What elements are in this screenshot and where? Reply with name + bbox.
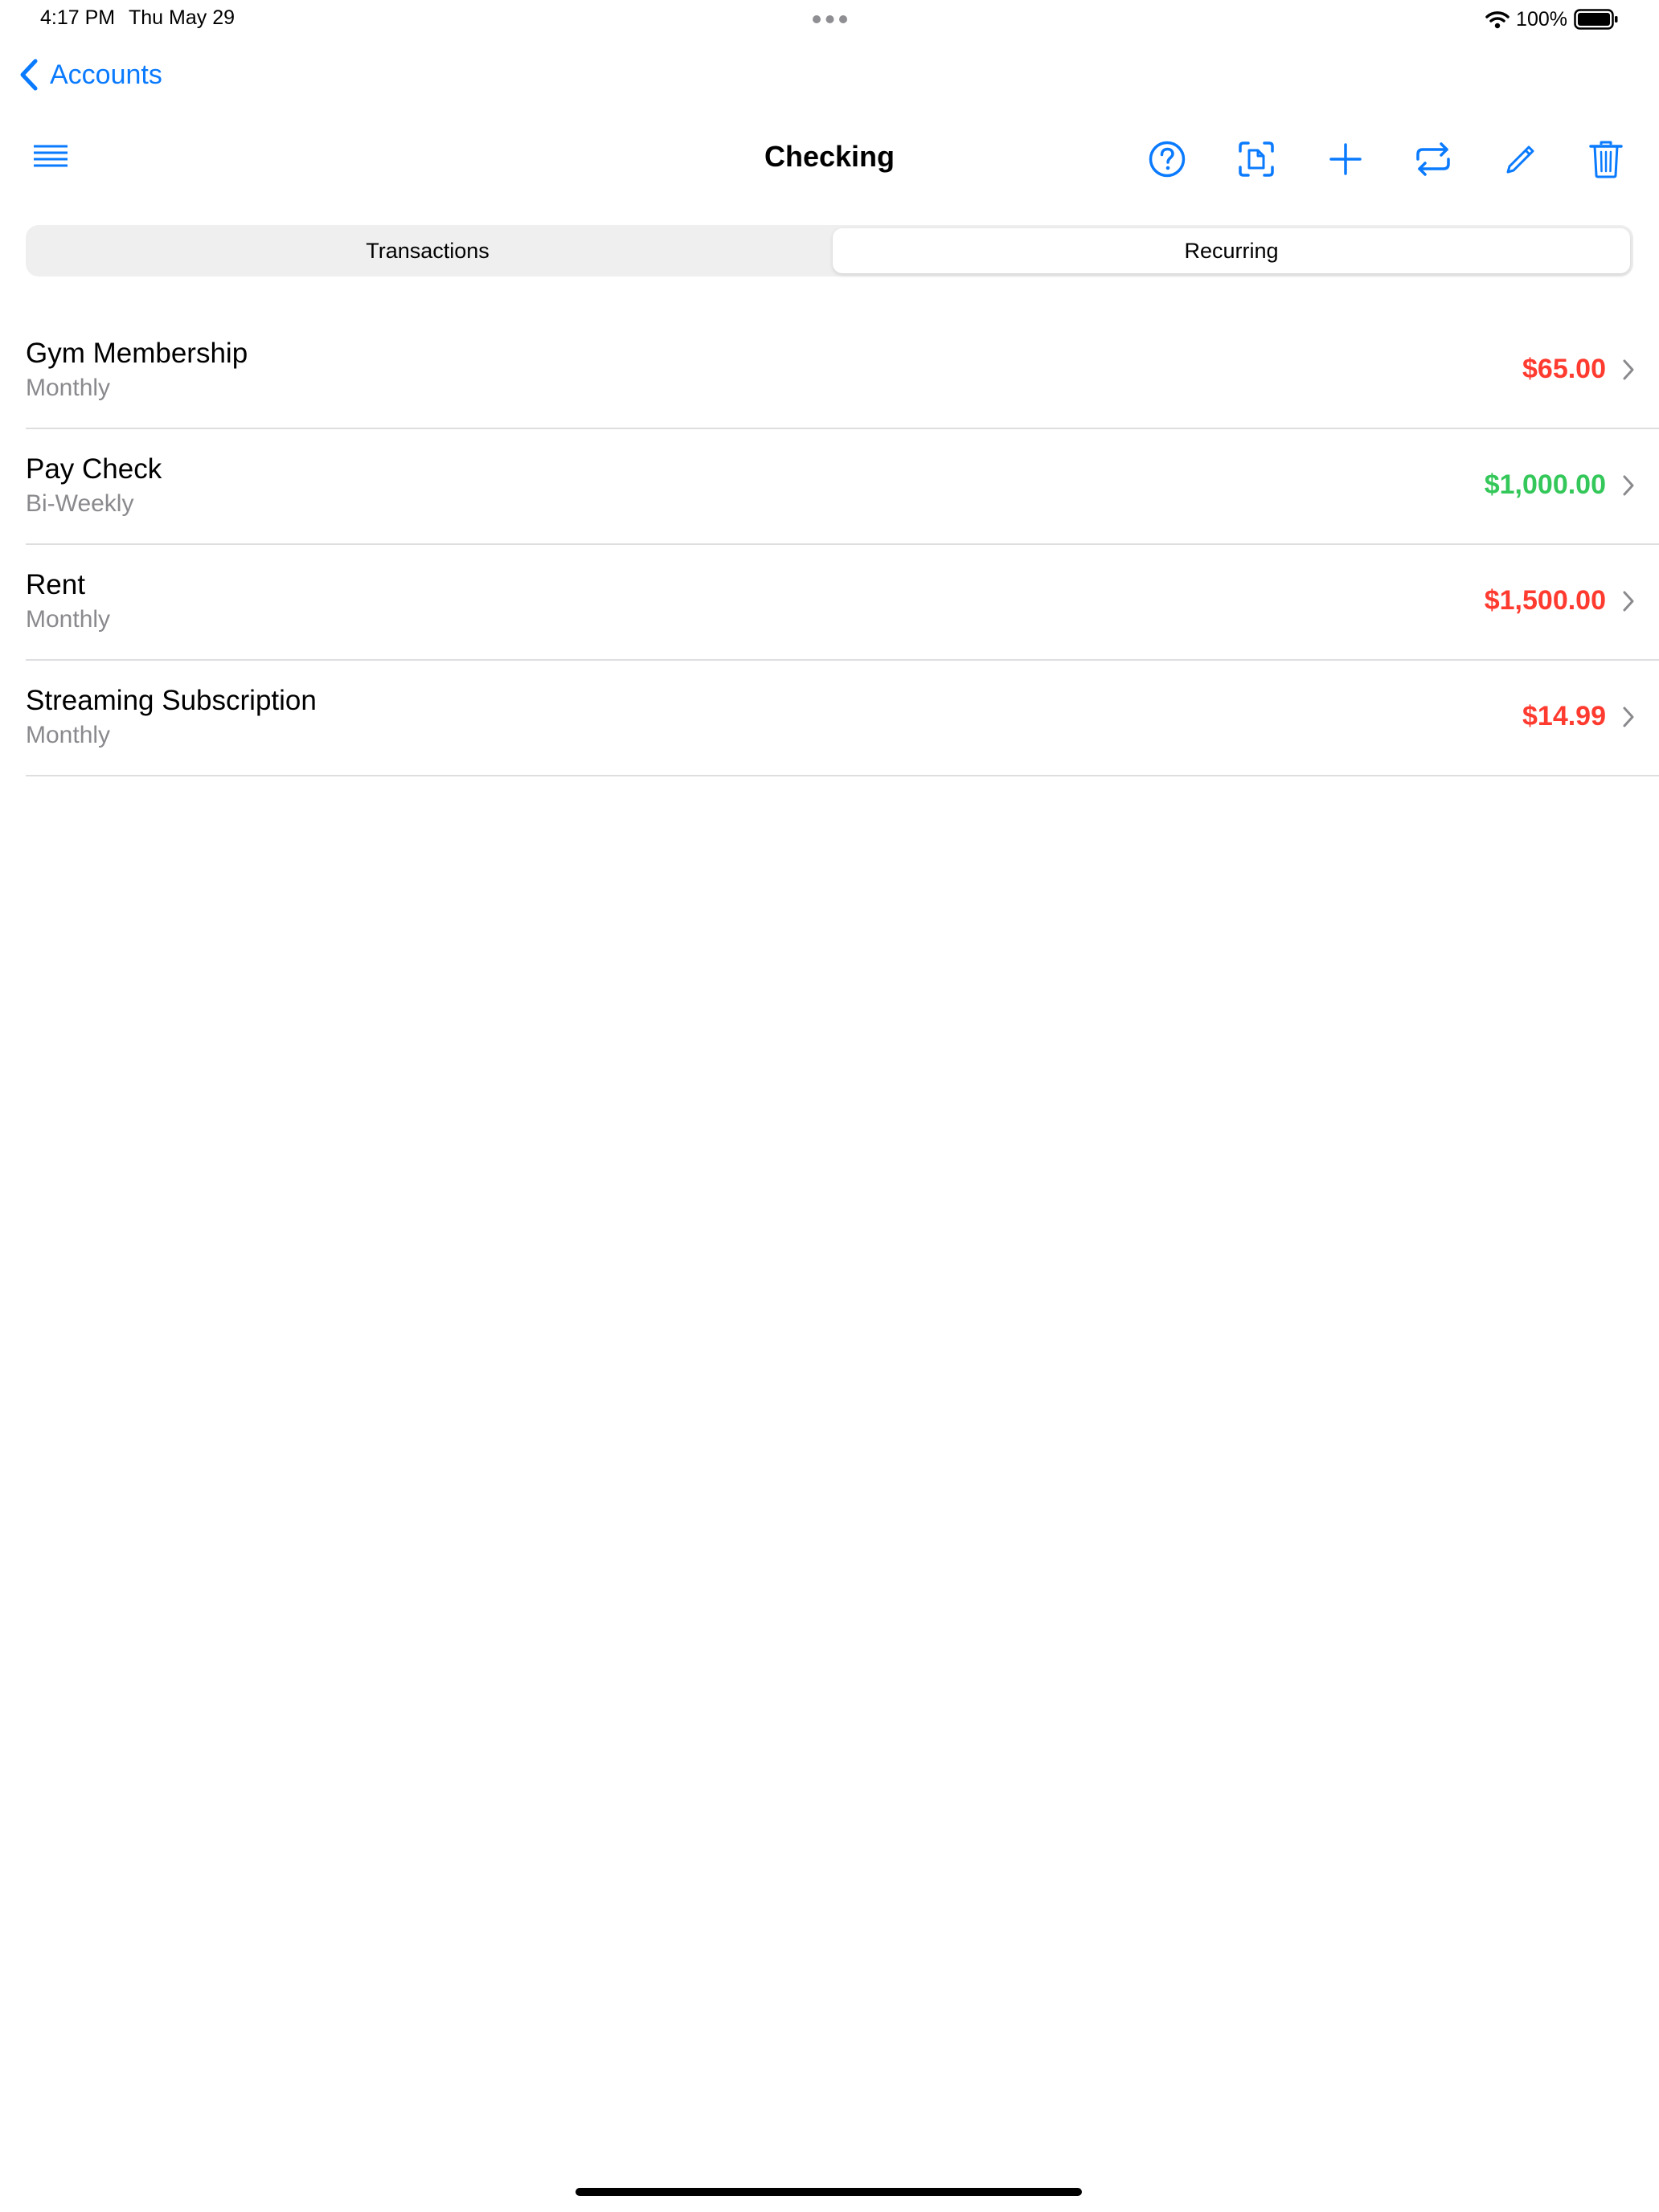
list-item[interactable]: Rent Monthly $1,500.00 (26, 545, 1659, 661)
item-amount: $1,000.00 (1484, 469, 1606, 500)
item-title: Pay Check (26, 453, 162, 485)
status-date: Thu May 29 (129, 6, 236, 29)
toolbar: Checking (0, 129, 1659, 190)
item-amount: $65.00 (1522, 354, 1606, 384)
item-frequency: Monthly (26, 722, 111, 748)
chevron-right-icon (1623, 591, 1634, 612)
item-frequency: Monthly (26, 606, 111, 633)
wifi-icon (1485, 11, 1509, 29)
help-button[interactable] (1145, 137, 1190, 182)
delete-button[interactable] (1583, 137, 1628, 182)
item-amount: $14.99 (1522, 701, 1606, 731)
add-button[interactable] (1323, 137, 1368, 182)
item-amount: $1,500.00 (1484, 585, 1606, 616)
chevron-right-icon (1623, 359, 1634, 380)
pencil-icon (1506, 145, 1534, 174)
list-item[interactable]: Pay Check Bi-Weekly $1,000.00 (26, 429, 1659, 545)
scan-document-icon (1239, 141, 1274, 177)
home-indicator[interactable] (576, 2188, 1082, 2196)
status-bar: 4:17 PM Thu May 29 100% (0, 0, 1659, 40)
segment-recurring[interactable]: Recurring (833, 228, 1630, 273)
item-title: Streaming Subscription (26, 685, 317, 716)
chevron-right-icon (1623, 707, 1634, 727)
transfer-icon (1416, 142, 1450, 176)
add-icon (1329, 143, 1362, 175)
segment-transactions[interactable]: Transactions (29, 228, 826, 273)
status-time: 4:17 PM (40, 6, 116, 29)
battery-icon (1574, 9, 1618, 30)
screen: 4:17 PM Thu May 29 100% Accounts Checkin… (0, 0, 1659, 2212)
transfer-button[interactable] (1411, 137, 1456, 182)
chevron-left-icon (20, 59, 38, 91)
list-item[interactable]: Gym Membership Monthly $65.00 (26, 313, 1659, 429)
recurring-list: Gym Membership Monthly $65.00 Pay Check … (26, 313, 1659, 776)
item-title: Gym Membership (26, 338, 248, 369)
sidebar-menu-button[interactable] (32, 143, 69, 173)
back-button[interactable]: Accounts (18, 58, 162, 92)
back-button-label: Accounts (50, 59, 162, 90)
edit-button[interactable] (1498, 137, 1543, 182)
item-frequency: Monthly (26, 375, 111, 401)
hamburger-icon (34, 145, 68, 167)
item-frequency: Bi-Weekly (26, 490, 134, 517)
battery-percent: 100% (1516, 7, 1567, 31)
multitask-dots-icon[interactable] (812, 14, 848, 24)
help-icon (1149, 141, 1186, 178)
item-title: Rent (26, 569, 85, 600)
segmented-control: Transactions Recurring (26, 225, 1633, 276)
trash-icon (1589, 141, 1623, 178)
scan-document-button[interactable] (1234, 137, 1279, 182)
status-indicators: 100% (1485, 5, 1619, 34)
chevron-right-icon (1623, 475, 1634, 496)
list-item[interactable]: Streaming Subscription Monthly $14.99 (26, 661, 1659, 776)
